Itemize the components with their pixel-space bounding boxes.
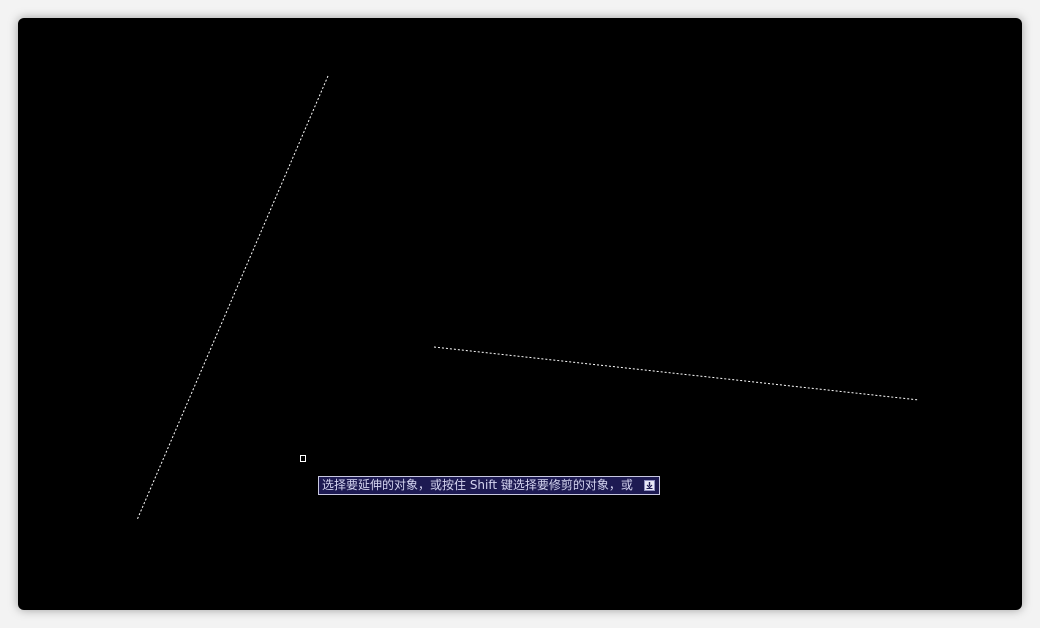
down-arrow-icon[interactable] <box>644 480 655 491</box>
line-entity-left[interactable] <box>136 75 329 521</box>
line-entity-right[interactable] <box>433 346 920 401</box>
pickbox-cursor <box>300 455 306 462</box>
drawing-canvas[interactable] <box>0 0 1040 628</box>
dynamic-input-prompt: 选择要延伸的对象，或按住 Shift 键选择要修剪的对象，或 <box>318 476 660 495</box>
prompt-text: 选择要延伸的对象，或按住 Shift 键选择要修剪的对象，或 <box>322 478 633 492</box>
